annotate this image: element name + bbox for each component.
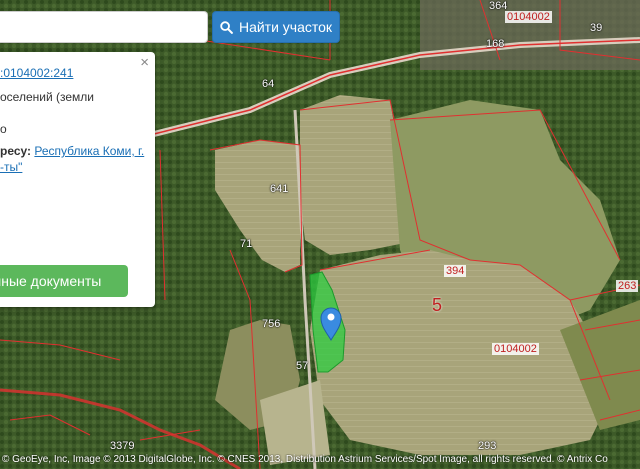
parcel-label-39: 39 — [590, 22, 603, 34]
parcel-label-168: 168 — [486, 38, 505, 50]
parcel-label-293: 293 — [478, 440, 497, 452]
address-link[interactable]: Республика Коми, г. — [34, 144, 144, 158]
parcel-label-57: 57 — [296, 360, 309, 372]
search-icon — [220, 20, 233, 34]
land-category-text: оселений (земли — [0, 90, 94, 104]
close-icon[interactable]: × — [140, 55, 149, 70]
available-documents-button[interactable]: упные документы — [0, 265, 128, 297]
popup-text-line3: о — [0, 122, 7, 136]
parcel-label-263: 263 — [616, 280, 639, 292]
search-input[interactable] — [0, 11, 208, 43]
map-attribution: © GeoEye, Inc, Image © 2013 DigitalGlobe… — [2, 454, 608, 465]
parcel-label-3379: 3379 — [110, 440, 135, 452]
parcel-label-641: 641 — [270, 183, 289, 195]
address-label: ресу: — [0, 144, 32, 158]
parcel-info-popup: × :0104002:241 оселений (земли о ресу: Р… — [0, 52, 155, 307]
cadastral-number-link[interactable]: :0104002:241 — [0, 66, 73, 80]
parcel-label-71: 71 — [240, 238, 253, 250]
parcel-label-756: 756 — [262, 318, 281, 330]
address-link-continued[interactable]: -ты" — [0, 160, 22, 174]
parcel-label-364: 364 — [489, 0, 508, 12]
find-parcel-button[interactable]: Найти участок — [212, 11, 340, 43]
parcel-label-64: 64 — [262, 78, 275, 90]
quarter-number-5: 5 — [432, 295, 443, 315]
parcel-label-394: 394 — [444, 265, 467, 277]
find-parcel-button-label: Найти участок — [238, 19, 333, 35]
quarter-label-top: 0104002 — [505, 11, 552, 23]
address-row: ресу: Республика Коми, г. — [0, 144, 144, 158]
quarter-label-bottom: 0104002 — [492, 343, 539, 355]
